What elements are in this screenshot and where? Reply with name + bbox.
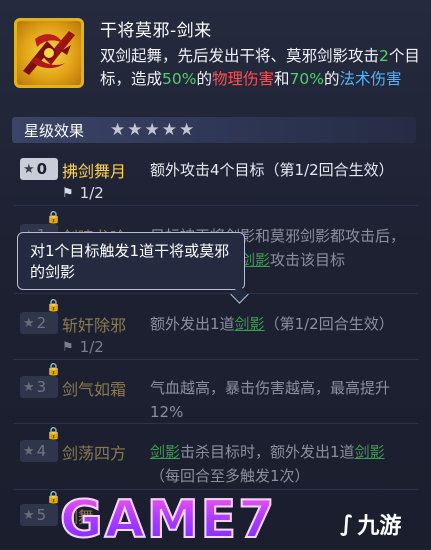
star-icon: ★ <box>23 161 35 177</box>
skill-title: 干将莫邪-剑来 <box>100 21 212 41</box>
star-row-3[interactable]: ★ 3 🔒 剑气如霜 气血越高，暴击伤害越高，最高提升12% <box>14 362 418 424</box>
divider <box>14 423 418 424</box>
star-icon: ★ <box>110 120 126 140</box>
skill-detail-panel: 干将莫邪-剑来 双剑起舞，先后发出干将、莫邪剑影攻击2个目标，造成50%的物理伤… <box>0 0 431 550</box>
site-watermark: ∫ 九游 <box>340 511 402 540</box>
divider <box>14 205 418 206</box>
row-description: 额外攻击4个目标（第1/2回合生效） <box>150 161 394 179</box>
star-icon: ★ <box>144 120 160 140</box>
skill-description: 双剑起舞，先后发出干将、莫邪剑影攻击2个目标，造成50%的物理伤害和70%的法术… <box>100 47 420 88</box>
row-name: 拂剑舞月 <box>62 162 127 181</box>
divider <box>14 359 418 360</box>
lock-icon: 🔒 <box>46 426 61 440</box>
row-name: 斩奸除邪 <box>62 316 127 335</box>
star-row-4[interactable]: ★ 4 🔒 剑荡四方 剑影击杀目标时，额外发出1道剑影（每回合至多触发1次） <box>14 426 418 490</box>
row-description: 额外发出1道剑影（第1/2回合生效） <box>150 315 394 333</box>
star-effects-label: 星级效果 <box>24 122 85 140</box>
sword-shadow-link[interactable]: 剑影 <box>150 443 180 461</box>
row-name: 剑气如霜 <box>62 380 127 399</box>
dual-sword-icon <box>14 18 84 88</box>
star-icon: ★ <box>23 379 35 395</box>
lock-icon: 🔒 <box>46 362 61 376</box>
star-rating: ★ ★ ★ ★ ★ <box>110 120 194 140</box>
game7-watermark: GAME7 <box>59 489 277 550</box>
star-icon: ★ <box>127 120 143 140</box>
star-icon: ★ <box>23 315 35 331</box>
lock-icon: 🔒 <box>46 210 61 224</box>
star-row-2[interactable]: ★ 2 🔒 斩奸除邪 ⚑ 1/2 额外发出1道剑影（第1/2回合生效） <box>14 298 418 360</box>
star-effects-header: 星级效果 ★ ★ ★ ★ ★ <box>12 117 416 143</box>
flag-icon: ⚑ <box>62 339 74 355</box>
sword-shadow-tooltip: 对1个目标触发1道干将或莫邪的剑影 <box>17 232 245 290</box>
star-icon: ★ <box>23 507 35 523</box>
star-level-badge: ★ 0 <box>20 158 58 180</box>
star-level-badge: ★ 5 <box>20 504 58 526</box>
star-row-0[interactable]: ★ 0 拂剑舞月 ⚑ 1/2 额外攻击4个目标（第1/2回合生效） <box>14 148 418 206</box>
sword-shadow-link[interactable]: 剑影 <box>235 315 265 333</box>
star-level-badge: ★ 3 <box>20 376 58 398</box>
star-icon: ★ <box>179 120 195 140</box>
star-level-badge: ★ 4 <box>20 440 58 462</box>
star-level-badge: ★ 2 <box>20 312 58 334</box>
lock-icon: 🔒 <box>46 298 61 312</box>
jiuyou-logo-icon: ∫ <box>340 511 354 537</box>
row-name: 剑荡四方 <box>62 444 127 463</box>
star-icon: ★ <box>161 120 177 140</box>
flag-icon: ⚑ <box>62 185 74 201</box>
sword-shadow-link[interactable]: 剑影 <box>355 443 385 461</box>
row-description: 气血越高，暴击伤害越高，最高提升12% <box>150 379 391 421</box>
round-flag: ⚑ 1/2 <box>62 184 104 202</box>
round-flag: ⚑ 1/2 <box>62 338 104 356</box>
divider <box>14 293 418 294</box>
row-description: 剑影击杀目标时，额外发出1道剑影（每回合至多触发1次） <box>150 443 385 485</box>
star-icon: ★ <box>23 443 35 459</box>
lock-icon: 🔒 <box>46 490 61 504</box>
